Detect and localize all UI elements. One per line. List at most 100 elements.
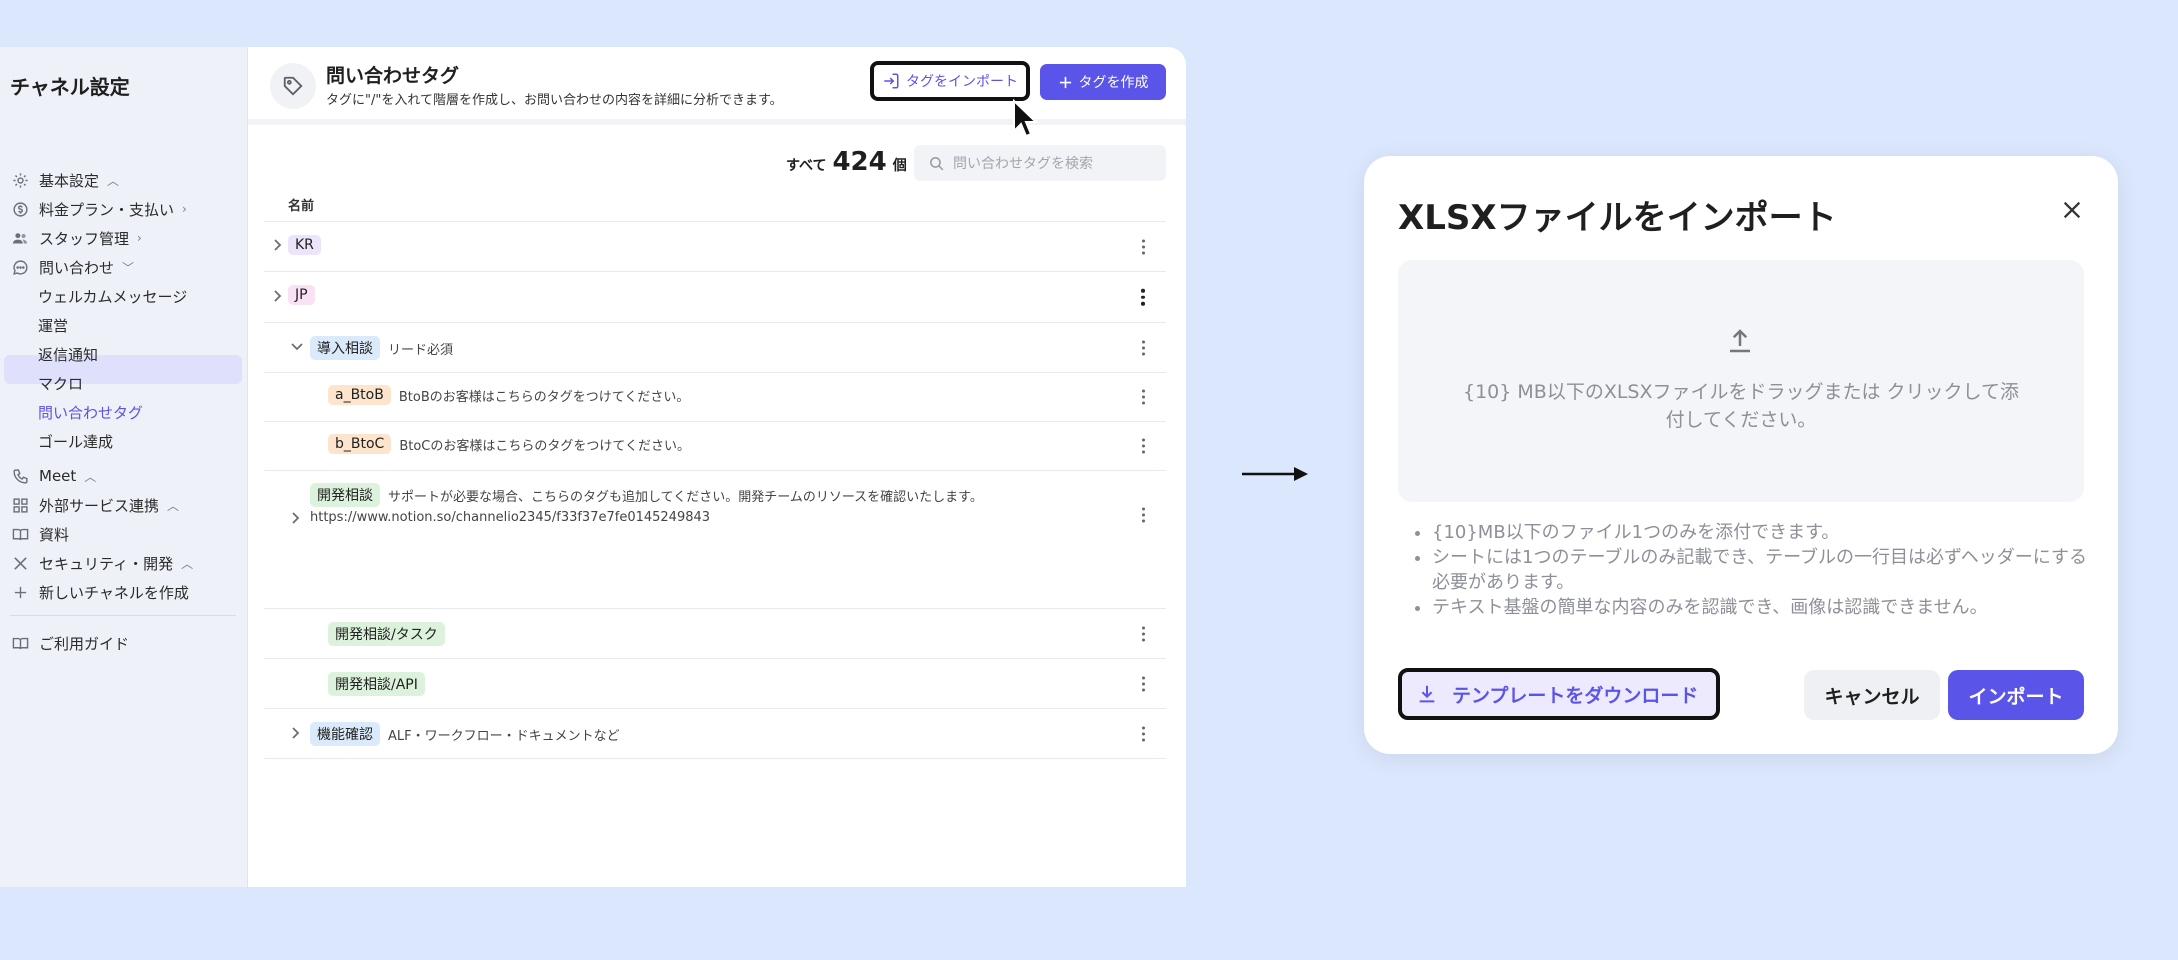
close-icon[interactable] xyxy=(2058,196,2086,224)
sidebar-item-staff[interactable]: スタッフ管理 › xyxy=(10,226,142,250)
chevron-down-icon[interactable] xyxy=(290,341,304,353)
sidebar-item-integrations[interactable]: 外部サービス連携 ︿ xyxy=(10,493,179,517)
chevron-up-icon: ︿ xyxy=(84,469,97,484)
tag-cell: 開発相談/タスク xyxy=(328,622,445,646)
sidebar-item-inquiries[interactable]: 問い合わせ ﹀ xyxy=(10,255,134,279)
sidebar-item-goal[interactable]: ゴール達成 xyxy=(38,429,113,453)
sidebar-item-label: 新しいチャネルを作成 xyxy=(39,583,189,602)
more-options-icon[interactable] xyxy=(1140,288,1146,306)
chevron-right-icon: › xyxy=(137,231,142,245)
table-row[interactable]: b_BtoC BtoCのお客様はこちらのタグをつけてください。 xyxy=(264,421,1166,470)
table-row[interactable]: 開発相談 サポートが必要な場合、こちらのタグも追加してください。開発チームのリソ… xyxy=(264,470,1166,558)
sidebar-item-billing[interactable]: 料金プラン・支払い › xyxy=(10,197,187,221)
sidebar-item-new-channel[interactable]: 新しいチャネルを作成 xyxy=(10,580,189,604)
count-value: 424 xyxy=(832,147,887,177)
plus-icon xyxy=(1058,75,1073,90)
chevron-down-icon: ﹀ xyxy=(122,260,135,275)
tag-count: すべて 424 個 xyxy=(786,147,907,177)
import-notes: {10}MB以下のファイル1つのみを添付できます。 シートには1つのテーブルのみ… xyxy=(1414,520,2094,620)
download-icon xyxy=(1416,683,1438,705)
tag-cell: b_BtoC BtoCのお客様はこちらのタグをつけてください。 xyxy=(328,434,690,454)
column-header-name: 名前 xyxy=(288,199,315,214)
dialog-title: XLSXファイルをインポート xyxy=(1398,198,1837,238)
sidebar-item-welcome-message[interactable]: ウェルカムメッセージ xyxy=(38,284,187,308)
import-tags-button[interactable]: タグをインポート xyxy=(870,61,1030,101)
more-options-icon[interactable] xyxy=(1140,507,1146,522)
tag-description-url[interactable]: https://www.notion.so/channelio2345/f33f… xyxy=(310,510,710,525)
sidebar: チャネル設定 基本設定 ︿ 料金プラン・支払い › スタッフ管理 › 問い合わせ… xyxy=(0,47,248,887)
sidebar-title: チャネル設定 xyxy=(10,75,130,99)
create-tag-button[interactable]: タグを作成 xyxy=(1040,64,1166,100)
more-options-icon[interactable] xyxy=(1140,340,1146,355)
count-label: すべて xyxy=(786,158,827,174)
sidebar-item-label: スタッフ管理 xyxy=(39,229,130,248)
sidebar-item-basic-settings[interactable]: 基本設定 ︿ xyxy=(10,168,119,192)
tag-label: 開発相談/API xyxy=(328,672,425,696)
upload-icon xyxy=(1725,326,1755,360)
table-row[interactable]: 開発相談/タスク xyxy=(264,608,1166,658)
tag-label: b_BtoC xyxy=(328,434,392,454)
more-options-icon[interactable] xyxy=(1140,389,1146,405)
tag-search-input[interactable]: 問い合わせタグを検索 xyxy=(914,145,1166,181)
sidebar-item-operation[interactable]: 運営 xyxy=(38,313,68,337)
table-row[interactable]: 開発相談/API xyxy=(264,658,1166,708)
sidebar-item-inquiry-tags[interactable]: 問い合わせタグ xyxy=(38,400,143,424)
more-options-icon[interactable] xyxy=(1140,726,1146,741)
cancel-button[interactable]: キャンセル xyxy=(1804,670,1940,720)
table-row[interactable]: KR xyxy=(264,221,1166,271)
note-item: テキスト基盤の簡単な内容のみを認識でき、画像は認識できません。 xyxy=(1432,595,2094,620)
sidebar-item-guide[interactable]: ご利用ガイド xyxy=(10,631,129,655)
sidebar-item-label: 基本設定 xyxy=(39,171,100,190)
sidebar-item-security[interactable]: セキュリティ・開発 ︿ xyxy=(10,551,193,575)
dollar-icon xyxy=(10,199,30,219)
import-button[interactable]: インポート xyxy=(1948,670,2084,720)
tag-label: a_BtoB xyxy=(328,385,391,405)
tag-cell: 導入相談 リード必須 xyxy=(310,336,453,360)
arrow-right-icon xyxy=(1242,467,1308,481)
table-row[interactable]: JP xyxy=(264,271,1166,322)
chevron-right-icon[interactable] xyxy=(272,238,284,252)
header-divider xyxy=(248,119,1186,125)
page-title: 問い合わせタグ xyxy=(326,65,460,87)
table-row[interactable]: 導入相談 リード必須 xyxy=(264,322,1166,372)
chevron-up-icon: ︿ xyxy=(107,173,120,188)
note-item: {10}MB以下のファイル1つのみを添付できます。 xyxy=(1432,520,2094,545)
page-subtitle: タグに"/"を入れて階層を作成し、お問い合わせの内容を詳細に分析できます。 xyxy=(326,93,783,108)
tag-description: BtoBのお客様はこちらのタグをつけてください。 xyxy=(398,389,690,405)
chevron-right-icon[interactable] xyxy=(272,289,284,303)
note-item: シートには1つのテーブルのみ記載でき、テーブルの一行目は必ずヘッダーにする必要が… xyxy=(1432,545,2094,595)
people-icon xyxy=(10,228,30,248)
tag-cell: 開発相談/API xyxy=(328,672,425,696)
file-dropzone[interactable]: {10} MB以下のXLSXファイルをドラッグまたは クリックして添付してくださ… xyxy=(1398,260,2084,502)
tag-cell: a_BtoB BtoBのお客様はこちらのタグをつけてください。 xyxy=(328,385,689,405)
table-row[interactable]: 機能確認 ALF・ワークフロー・ドキュメントなど xyxy=(264,708,1166,759)
sidebar-item-documents[interactable]: 資料 xyxy=(10,522,69,546)
gear-icon xyxy=(10,170,30,190)
chat-icon xyxy=(10,257,30,277)
chevron-up-icon: ︿ xyxy=(181,556,194,571)
chevron-right-icon[interactable] xyxy=(290,726,302,740)
sidebar-item-label: セキュリティ・開発 xyxy=(39,554,174,573)
tag-description: リード必須 xyxy=(388,342,454,358)
table-row[interactable]: a_BtoB BtoBのお客様はこちらのタグをつけてください。 xyxy=(264,372,1166,421)
more-options-icon[interactable] xyxy=(1140,626,1146,641)
sidebar-item-label: 料金プラン・支払い xyxy=(39,200,175,219)
more-options-icon[interactable] xyxy=(1140,239,1146,254)
sidebar-item-reply-notification[interactable]: 返信通知 xyxy=(38,342,98,366)
sidebar-item-meet[interactable]: Meet ︿ xyxy=(10,464,96,488)
tag-cell: 機能確認 ALF・ワークフロー・ドキュメントなど xyxy=(310,722,620,746)
download-template-button[interactable]: テンプレートをダウンロード xyxy=(1398,668,1720,720)
search-placeholder: 問い合わせタグを検索 xyxy=(953,156,1093,172)
chevron-right-icon[interactable] xyxy=(290,511,302,525)
phone-icon xyxy=(10,466,30,486)
more-options-icon[interactable] xyxy=(1140,676,1146,691)
plus-icon xyxy=(10,582,30,602)
tag-description: ALF・ワークフロー・ドキュメントなど xyxy=(388,728,620,744)
tag-cell: 開発相談 サポートが必要な場合、こちらのタグも追加してください。開発チームのリソ… xyxy=(310,483,983,507)
more-options-icon[interactable] xyxy=(1140,438,1146,454)
grid-icon xyxy=(10,495,30,515)
chevron-up-icon: ︿ xyxy=(167,498,180,513)
tag-label: 開発相談/タスク xyxy=(328,622,445,646)
sidebar-item-macro[interactable]: マクロ xyxy=(38,371,83,395)
settings-window: チャネル設定 基本設定 ︿ 料金プラン・支払い › スタッフ管理 › 問い合わせ… xyxy=(0,47,1186,887)
